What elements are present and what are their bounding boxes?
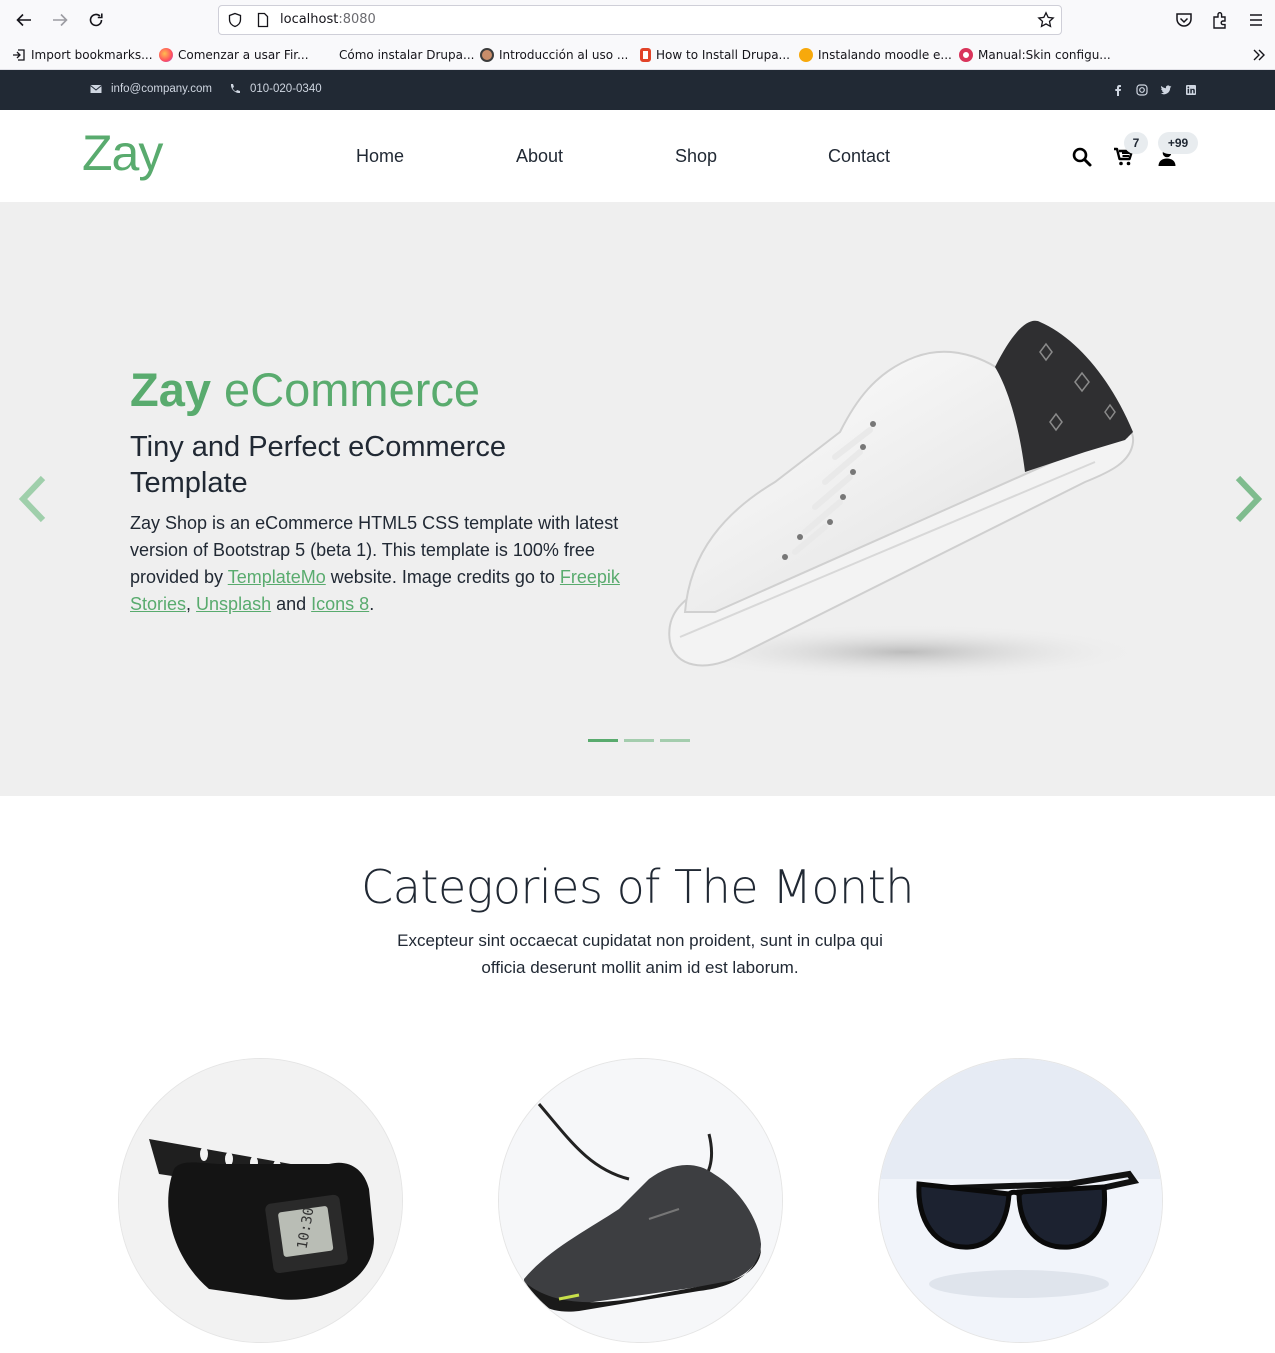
site-header: Zay Home About Shop Contact xyxy=(0,110,1275,202)
hero-text-part: . xyxy=(369,594,375,614)
bookmark-label: Cómo instalar Drupa... xyxy=(339,48,475,62)
bookmark-label: Comenzar a usar Fir... xyxy=(178,48,309,62)
page-icon xyxy=(640,48,651,62)
bookmark-item[interactable]: Comenzar a usar Fir... xyxy=(159,46,309,64)
moodle-icon xyxy=(799,48,813,62)
page-info-icon[interactable] xyxy=(255,12,271,28)
hero-text-part: website. Image credits go to xyxy=(325,567,560,587)
facebook-icon xyxy=(1114,84,1121,96)
nav-home[interactable]: Home xyxy=(356,146,404,167)
cart-count-badge: 7 xyxy=(1124,132,1148,154)
reload-button[interactable] xyxy=(84,8,108,32)
linkedin-icon xyxy=(1185,84,1196,95)
phone-icon xyxy=(230,84,240,94)
bookmarks-toolbar: Import bookmarks... Comenzar a usar Fir.… xyxy=(0,40,1275,70)
category-watch[interactable]: 10:30 xyxy=(118,1058,403,1343)
hero-text-part: and xyxy=(271,594,312,614)
url-port: :8080 xyxy=(338,12,376,27)
site-logo[interactable]: Zay xyxy=(82,124,163,182)
carousel-indicator-2[interactable] xyxy=(624,739,654,742)
bookmark-label: Instalando moodle e... xyxy=(818,48,952,62)
bookmark-label: Manual:Skin configu... xyxy=(978,48,1111,62)
back-button[interactable] xyxy=(12,8,36,32)
phone-text: 010-020-0340 xyxy=(250,83,322,95)
bookmark-item[interactable]: How to Install Drupa... xyxy=(640,46,790,64)
hero-sneaker-image xyxy=(665,320,1145,680)
sunglasses-image xyxy=(879,1059,1162,1342)
bookmark-label: Introducción al uso ... xyxy=(499,48,629,62)
drupal-icon xyxy=(320,48,334,62)
chevron-double-right-icon[interactable] xyxy=(1251,47,1267,63)
watch-image: 10:30 xyxy=(119,1059,402,1342)
categories-title: Categories of The Month xyxy=(361,860,914,914)
wiki-icon xyxy=(959,48,973,62)
shield-icon[interactable] xyxy=(227,12,243,28)
twitter-icon xyxy=(1160,84,1171,94)
search-icon[interactable] xyxy=(1071,146,1093,168)
instagram-icon xyxy=(1135,83,1148,96)
bookmark-item[interactable]: Instalando moodle e... xyxy=(799,46,952,64)
email-link[interactable]: info@company.com xyxy=(90,83,212,95)
firefox-icon xyxy=(159,48,173,62)
carousel-indicators xyxy=(588,739,690,742)
url-bar[interactable]: localhost:8080 xyxy=(218,5,1062,35)
category-shoes[interactable] xyxy=(498,1058,783,1343)
import-icon xyxy=(13,49,25,61)
hero-carousel: Zay eCommerce Tiny and Perfect eCommerce… xyxy=(0,202,1275,796)
bookmark-label: Import bookmarks... xyxy=(31,48,153,62)
reload-icon xyxy=(89,13,103,27)
forward-button[interactable] xyxy=(48,8,72,32)
hamburger-menu-icon[interactable] xyxy=(1246,10,1266,30)
sneaker-image xyxy=(499,1059,782,1342)
email-text: info@company.com xyxy=(111,83,212,95)
carousel-indicator-1[interactable] xyxy=(588,739,618,742)
bookmark-item[interactable]: Cómo instalar Drupa... xyxy=(320,46,474,64)
hero-description: Zay Shop is an eCommerce HTML5 CSS templ… xyxy=(130,510,630,618)
carousel-prev-icon[interactable] xyxy=(15,474,51,524)
browser-toolbar: localhost:8080 xyxy=(0,0,1275,40)
url-host: localhost xyxy=(280,12,339,27)
icons8-link[interactable]: Icons 8 xyxy=(311,594,369,614)
forward-arrow-icon xyxy=(53,13,68,27)
avatar-icon xyxy=(480,48,494,62)
back-arrow-icon xyxy=(16,13,31,27)
facebook-link[interactable] xyxy=(1111,83,1124,96)
hero-title-rest: eCommerce xyxy=(211,363,481,416)
carousel-next-icon[interactable] xyxy=(1230,474,1266,524)
envelope-icon xyxy=(90,85,102,93)
extensions-icon[interactable] xyxy=(1210,10,1230,30)
templatemo-link[interactable]: TemplateMo xyxy=(228,567,326,587)
url-text[interactable]: localhost:8080 xyxy=(280,12,376,27)
bookmark-item[interactable]: Introducción al uso ... xyxy=(480,46,628,64)
hero-title: Zay eCommerce xyxy=(130,362,480,417)
nav-contact[interactable]: Contact xyxy=(828,146,890,167)
carousel-indicator-3[interactable] xyxy=(660,739,690,742)
contact-topbar: info@company.com 010-020-0340 xyxy=(0,70,1275,110)
hero-title-brand: Zay xyxy=(130,363,211,416)
instagram-link[interactable] xyxy=(1135,83,1148,96)
bookmark-star-icon[interactable] xyxy=(1037,11,1055,29)
unsplash-link[interactable]: Unsplash xyxy=(196,594,271,614)
bookmark-item[interactable]: Manual:Skin configu... xyxy=(959,46,1111,64)
hero-subtitle: Tiny and Perfect eCommerce Template xyxy=(130,431,507,499)
twitter-link[interactable] xyxy=(1159,83,1172,96)
nav-shop[interactable]: Shop xyxy=(675,146,717,167)
categories-description: Excepteur sint occaecat cupidatat non pr… xyxy=(397,931,883,977)
pocket-icon[interactable] xyxy=(1174,10,1194,30)
bookmark-label: How to Install Drupa... xyxy=(656,48,790,62)
linkedin-link[interactable] xyxy=(1184,83,1197,96)
phone-link[interactable]: 010-020-0340 xyxy=(229,83,322,95)
nav-about[interactable]: About xyxy=(516,146,563,167)
category-accessories[interactable] xyxy=(878,1058,1163,1343)
bookmark-item[interactable]: Import bookmarks... xyxy=(12,46,153,64)
hero-text-part: , xyxy=(186,594,197,614)
user-count-badge: +99 xyxy=(1158,132,1198,154)
